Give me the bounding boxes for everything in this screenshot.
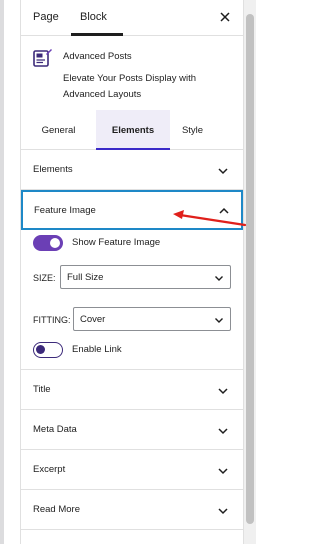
block-description: Elevate Your Posts Display with Advanced…	[63, 73, 197, 100]
left-edge	[0, 0, 4, 544]
scrollbar-thumb[interactable]	[246, 14, 254, 524]
section-excerpt[interactable]: Excerpt	[21, 450, 243, 490]
fitting-label: FITTING:	[33, 315, 71, 325]
section-meta-data[interactable]: Meta Data	[21, 410, 243, 450]
chevron-down-icon	[217, 504, 229, 516]
show-feature-image-toggle[interactable]	[33, 235, 63, 251]
tab-block[interactable]: Block	[80, 11, 107, 23]
close-icon[interactable]	[217, 9, 233, 25]
chevron-down-icon	[214, 273, 224, 283]
feature-image-settings: Show Feature Image SIZE: Full Size FITTI…	[21, 230, 243, 370]
annotation-arrow	[173, 210, 247, 227]
section-excerpt-label: Excerpt	[33, 464, 66, 475]
size-select[interactable]: Full Size	[60, 265, 231, 289]
chevron-down-icon	[217, 464, 229, 476]
fitting-select-value: Cover	[80, 313, 106, 325]
toggle-knob	[36, 345, 45, 354]
section-elements[interactable]: Elements	[21, 150, 243, 190]
chevron-down-icon	[217, 384, 229, 396]
toggle-knob	[50, 238, 60, 248]
sidebar-tabs: Page Block	[21, 0, 243, 36]
section-elements-label: Elements	[33, 164, 73, 175]
section-read-more-label: Read More	[33, 504, 80, 515]
show-feature-image-label: Show Feature Image	[72, 237, 161, 248]
chevron-down-icon	[217, 164, 229, 176]
tab-page[interactable]: Page	[33, 11, 59, 23]
settings-tabs: General Elements Style	[21, 110, 243, 150]
enable-link-label: Enable Link	[72, 344, 122, 355]
chevron-down-icon	[217, 424, 229, 436]
chevron-down-icon	[214, 315, 224, 325]
size-select-value: Full Size	[67, 271, 104, 283]
tab-general[interactable]: General	[21, 110, 96, 150]
section-title-label: Title	[33, 384, 51, 395]
tab-style[interactable]: Style	[170, 110, 215, 150]
size-label: SIZE:	[33, 273, 56, 283]
advanced-posts-icon	[33, 48, 53, 68]
enable-link-toggle[interactable]	[33, 342, 63, 358]
tab-elements[interactable]: Elements	[96, 110, 170, 150]
block-card: Advanced Posts Elevate Your Posts Displa…	[21, 36, 243, 110]
block-title: Advanced Posts	[63, 51, 132, 62]
fitting-select[interactable]: Cover	[73, 307, 231, 331]
block-settings-panel: Page Block Advanced Posts Elevate Your P…	[20, 0, 244, 544]
section-feature-image-label: Feature Image	[34, 205, 96, 216]
section-read-more[interactable]: Read More	[21, 490, 243, 530]
scrollbar-track[interactable]	[244, 0, 256, 544]
section-meta-data-label: Meta Data	[33, 424, 77, 435]
section-title[interactable]: Title	[21, 370, 243, 410]
